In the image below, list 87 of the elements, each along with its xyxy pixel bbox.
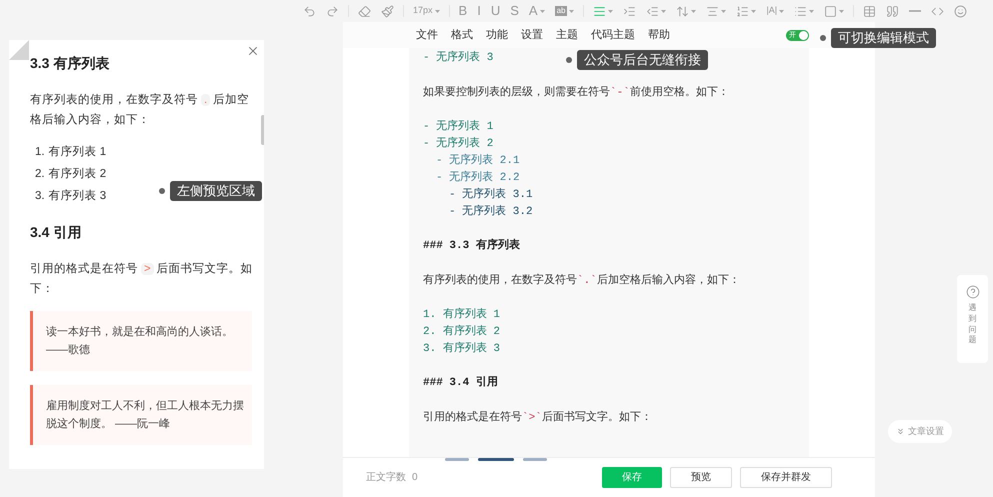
page-indicator[interactable]	[523, 458, 547, 461]
outdent-icon	[646, 4, 660, 18]
caret-icon	[540, 10, 545, 12]
caret-icon	[721, 10, 726, 12]
toolbar-button[interactable]: U	[486, 1, 506, 21]
blockquote: 读一本好书，就是在和高尚的人谈话。 ——歌德	[30, 311, 252, 371]
code-line: ### 3.3 有序列表	[423, 238, 521, 254]
toolbar-button[interactable]: A	[524, 1, 550, 21]
chevrons-down-icon	[896, 427, 905, 436]
caret-icon	[751, 10, 756, 12]
code-line: - 无序列表 3.2	[449, 204, 533, 220]
caret-icon	[569, 10, 574, 12]
menu-item[interactable]: 格式	[451, 26, 473, 44]
list-number: 3.	[35, 189, 45, 204]
code-line: ### 3.4 引用	[423, 375, 499, 391]
code-line: 3. 有序列表 3	[423, 341, 500, 357]
paragraph: 有序列表的使用，在数字及符号 . 后加空格后输入内容，如下：	[30, 92, 250, 128]
help-icon	[966, 285, 980, 299]
align-justify-icon	[593, 4, 606, 18]
ordered-list-icon	[736, 4, 750, 18]
menu-item[interactable]: 主题	[556, 26, 578, 44]
page-indicator[interactable]	[478, 458, 514, 461]
caret-icon	[608, 10, 614, 12]
code-line: - 无序列表 2.2	[436, 170, 520, 186]
tooltip: 左侧预览区域	[170, 181, 262, 201]
blockquote: 雇用制度对工人不利，但工人根本无力摆脱这个制度。 ——阮一峰	[30, 385, 252, 445]
toolbar-button[interactable]: B	[454, 1, 472, 21]
list-number: 1.	[35, 145, 45, 160]
undo-icon	[303, 4, 316, 18]
caret-icon	[839, 10, 844, 12]
caret-icon	[661, 10, 666, 12]
caret-icon	[434, 10, 440, 12]
emoji-icon	[954, 4, 968, 18]
action-button[interactable]: 预览	[670, 467, 732, 488]
caret-icon	[809, 10, 814, 12]
section-heading: 3.3 有序列表	[30, 54, 110, 73]
quote-icon	[886, 4, 900, 18]
eraser-icon	[358, 4, 371, 18]
list-item: 有序列表 1	[48, 144, 106, 160]
caret-icon	[691, 10, 696, 12]
tooltip: 可切换编辑模式	[831, 28, 936, 48]
toolbar-button[interactable]: S	[505, 1, 524, 21]
menu-item[interactable]: 代码主题	[591, 26, 635, 44]
caret-icon	[779, 10, 784, 12]
horizontal-rule-icon	[909, 10, 922, 12]
square-icon	[824, 4, 838, 18]
action-button[interactable]: 保存	[602, 467, 662, 488]
redo-icon	[326, 4, 339, 18]
code-line: - 无序列表 2.1	[436, 153, 520, 169]
list-number: 2.	[35, 167, 45, 182]
code-line: 有序列表的使用，在数字及符号`.`后加空格后输入内容，如下：	[423, 272, 741, 289]
paragraph: 引用的格式是在符号 > 后面书写文字。如下：	[30, 261, 254, 297]
code-line: 1. 有序列表 1	[423, 307, 500, 323]
menu-item[interactable]: 功能	[486, 26, 508, 44]
code-line: - 无序列表 2	[423, 136, 494, 152]
section-heading: 3.4 引用	[30, 223, 82, 242]
article-settings-button[interactable]: 文章设置	[888, 420, 952, 443]
toolbar-button[interactable]: 17px	[408, 1, 445, 21]
word-count-label: 正文字数	[366, 470, 406, 485]
corner-fold-icon	[9, 40, 29, 60]
toolbar-button[interactable]: |A|	[761, 1, 790, 21]
code-line: 2. 有序列表 2	[423, 324, 500, 340]
table-icon	[863, 4, 876, 18]
help-button[interactable]: 遇到问题	[957, 275, 988, 363]
close-icon[interactable]	[246, 44, 260, 58]
menu-item[interactable]: 设置	[521, 26, 543, 44]
menu-item[interactable]: 帮助	[648, 26, 670, 44]
toolbar-button[interactable]: ab	[550, 1, 580, 21]
code-line: - 无序列表 3.1	[449, 187, 533, 203]
code-line: 引用的格式是在符号`>`后面书写文字。如下：	[423, 410, 653, 426]
indent-icon	[623, 4, 636, 18]
toolbar-button[interactable]: I	[472, 1, 486, 21]
code-line: 如果要控制列表的层级，则需要在符号`-`前使用空格。如下：	[423, 84, 730, 101]
code-line: - 无序列表 1	[423, 119, 494, 135]
list-item: 有序列表 3	[48, 188, 106, 204]
tooltip: 公众号后台无缝衔接	[577, 50, 708, 70]
editor-pane[interactable]	[409, 48, 809, 457]
action-button[interactable]: 保存并群发	[740, 467, 832, 488]
line-height-icon	[676, 4, 690, 18]
align-center-icon	[706, 4, 720, 18]
brush-icon	[381, 4, 394, 18]
scrollbar-thumb[interactable]	[261, 115, 264, 145]
menu-item[interactable]: 文件	[416, 26, 438, 44]
word-count: 0	[412, 471, 418, 485]
page-indicator[interactable]	[445, 458, 469, 461]
list-item: 有序列表 2	[48, 166, 106, 182]
code-line: - 无序列表 3	[423, 50, 494, 66]
